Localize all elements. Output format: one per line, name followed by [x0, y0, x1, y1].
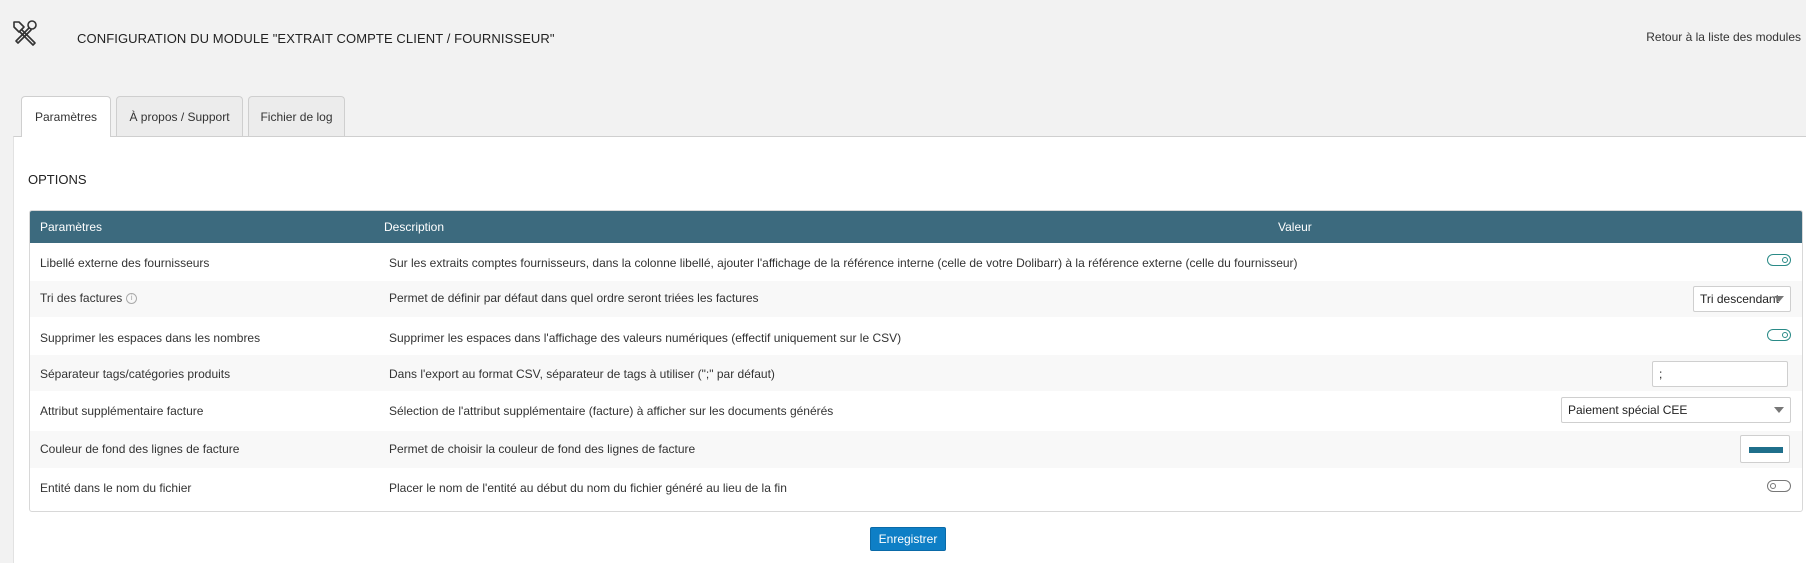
tools-icon	[13, 20, 37, 46]
param-description: Dans l'export au format CSV, séparateur …	[389, 367, 775, 381]
param-description: Permet de choisir la couleur de fond des…	[389, 442, 696, 456]
save-button[interactable]: Enregistrer	[870, 527, 946, 551]
line-color-picker[interactable]	[1740, 435, 1790, 463]
param-label: Couleur de fond des lignes de facture	[40, 442, 240, 456]
table-row: Attribut supplémentaire facture Sélectio…	[30, 391, 1802, 431]
param-label: Tri des factures i	[40, 291, 138, 305]
param-label: Séparateur tags/catégories produits	[40, 367, 231, 381]
tab-parametres[interactable]: Paramètres	[21, 96, 111, 137]
back-to-modules-link[interactable]: Retour à la liste des modules	[1646, 30, 1801, 44]
tab-log-file[interactable]: Fichier de log	[248, 96, 345, 136]
column-header-description: Description	[384, 220, 445, 234]
table-row: Séparateur tags/catégories produits Dans…	[30, 355, 1802, 391]
column-header-param: Paramètres	[40, 220, 103, 234]
section-title: OPTIONS	[28, 172, 87, 187]
select-value: Tri descendant	[1700, 292, 1779, 306]
entity-in-filename-toggle[interactable]	[1767, 480, 1791, 492]
table-header: Paramètres Description Valeur	[30, 211, 1802, 243]
select-value: Paiement spécial CEE	[1568, 403, 1688, 417]
column-header-value: Valeur	[1278, 220, 1312, 234]
chevron-down-icon	[1774, 407, 1784, 413]
options-table: Paramètres Description Valeur Libellé ex…	[29, 210, 1803, 512]
param-label-text: Tri des factures	[40, 291, 123, 305]
param-description: Placer le nom de l'entité au début du no…	[389, 481, 787, 495]
invoice-sort-select[interactable]: Tri descendant	[1693, 286, 1791, 312]
info-icon[interactable]: i	[126, 293, 138, 305]
param-label: Supprimer les espaces dans les nombres	[40, 331, 261, 345]
chevron-down-icon	[1774, 296, 1784, 302]
param-label: Attribut supplémentaire facture	[40, 404, 204, 418]
remove-spaces-toggle[interactable]	[1767, 329, 1791, 341]
table-row: Tri des factures i Permet de définir par …	[30, 281, 1802, 317]
param-label: Entité dans le nom du fichier	[40, 481, 192, 495]
table-row: Couleur de fond des lignes de facture Pe…	[30, 431, 1802, 468]
param-description: Permet de définir par défaut dans quel o…	[389, 291, 759, 305]
table-row: Libellé externe des fournisseurs Sur les…	[30, 243, 1802, 281]
settings-panel: OPTIONS Paramètres Description Valeur Li…	[13, 136, 1806, 563]
param-description: Supprimer les espaces dans l'affichage d…	[389, 331, 902, 345]
tab-about-support[interactable]: À propos / Support	[116, 96, 243, 136]
table-row: Entité dans le nom du fichier Placer le …	[30, 468, 1802, 511]
tag-separator-input[interactable]	[1652, 361, 1788, 387]
param-label: Libellé externe des fournisseurs	[40, 256, 210, 270]
param-description: Sur les extraits comptes fournisseurs, d…	[389, 256, 1298, 270]
page-header: CONFIGURATION DU MODULE "EXTRAIT COMPTE …	[0, 0, 1806, 75]
external-label-toggle[interactable]	[1767, 254, 1791, 266]
extra-attribute-select[interactable]: Paiement spécial CEE	[1561, 397, 1791, 423]
page-title: CONFIGURATION DU MODULE "EXTRAIT COMPTE …	[77, 31, 555, 46]
table-row: Supprimer les espaces dans les nombres S…	[30, 317, 1802, 355]
param-description: Sélection de l'attribut supplémentaire (…	[389, 404, 834, 418]
color-swatch	[1749, 447, 1783, 453]
